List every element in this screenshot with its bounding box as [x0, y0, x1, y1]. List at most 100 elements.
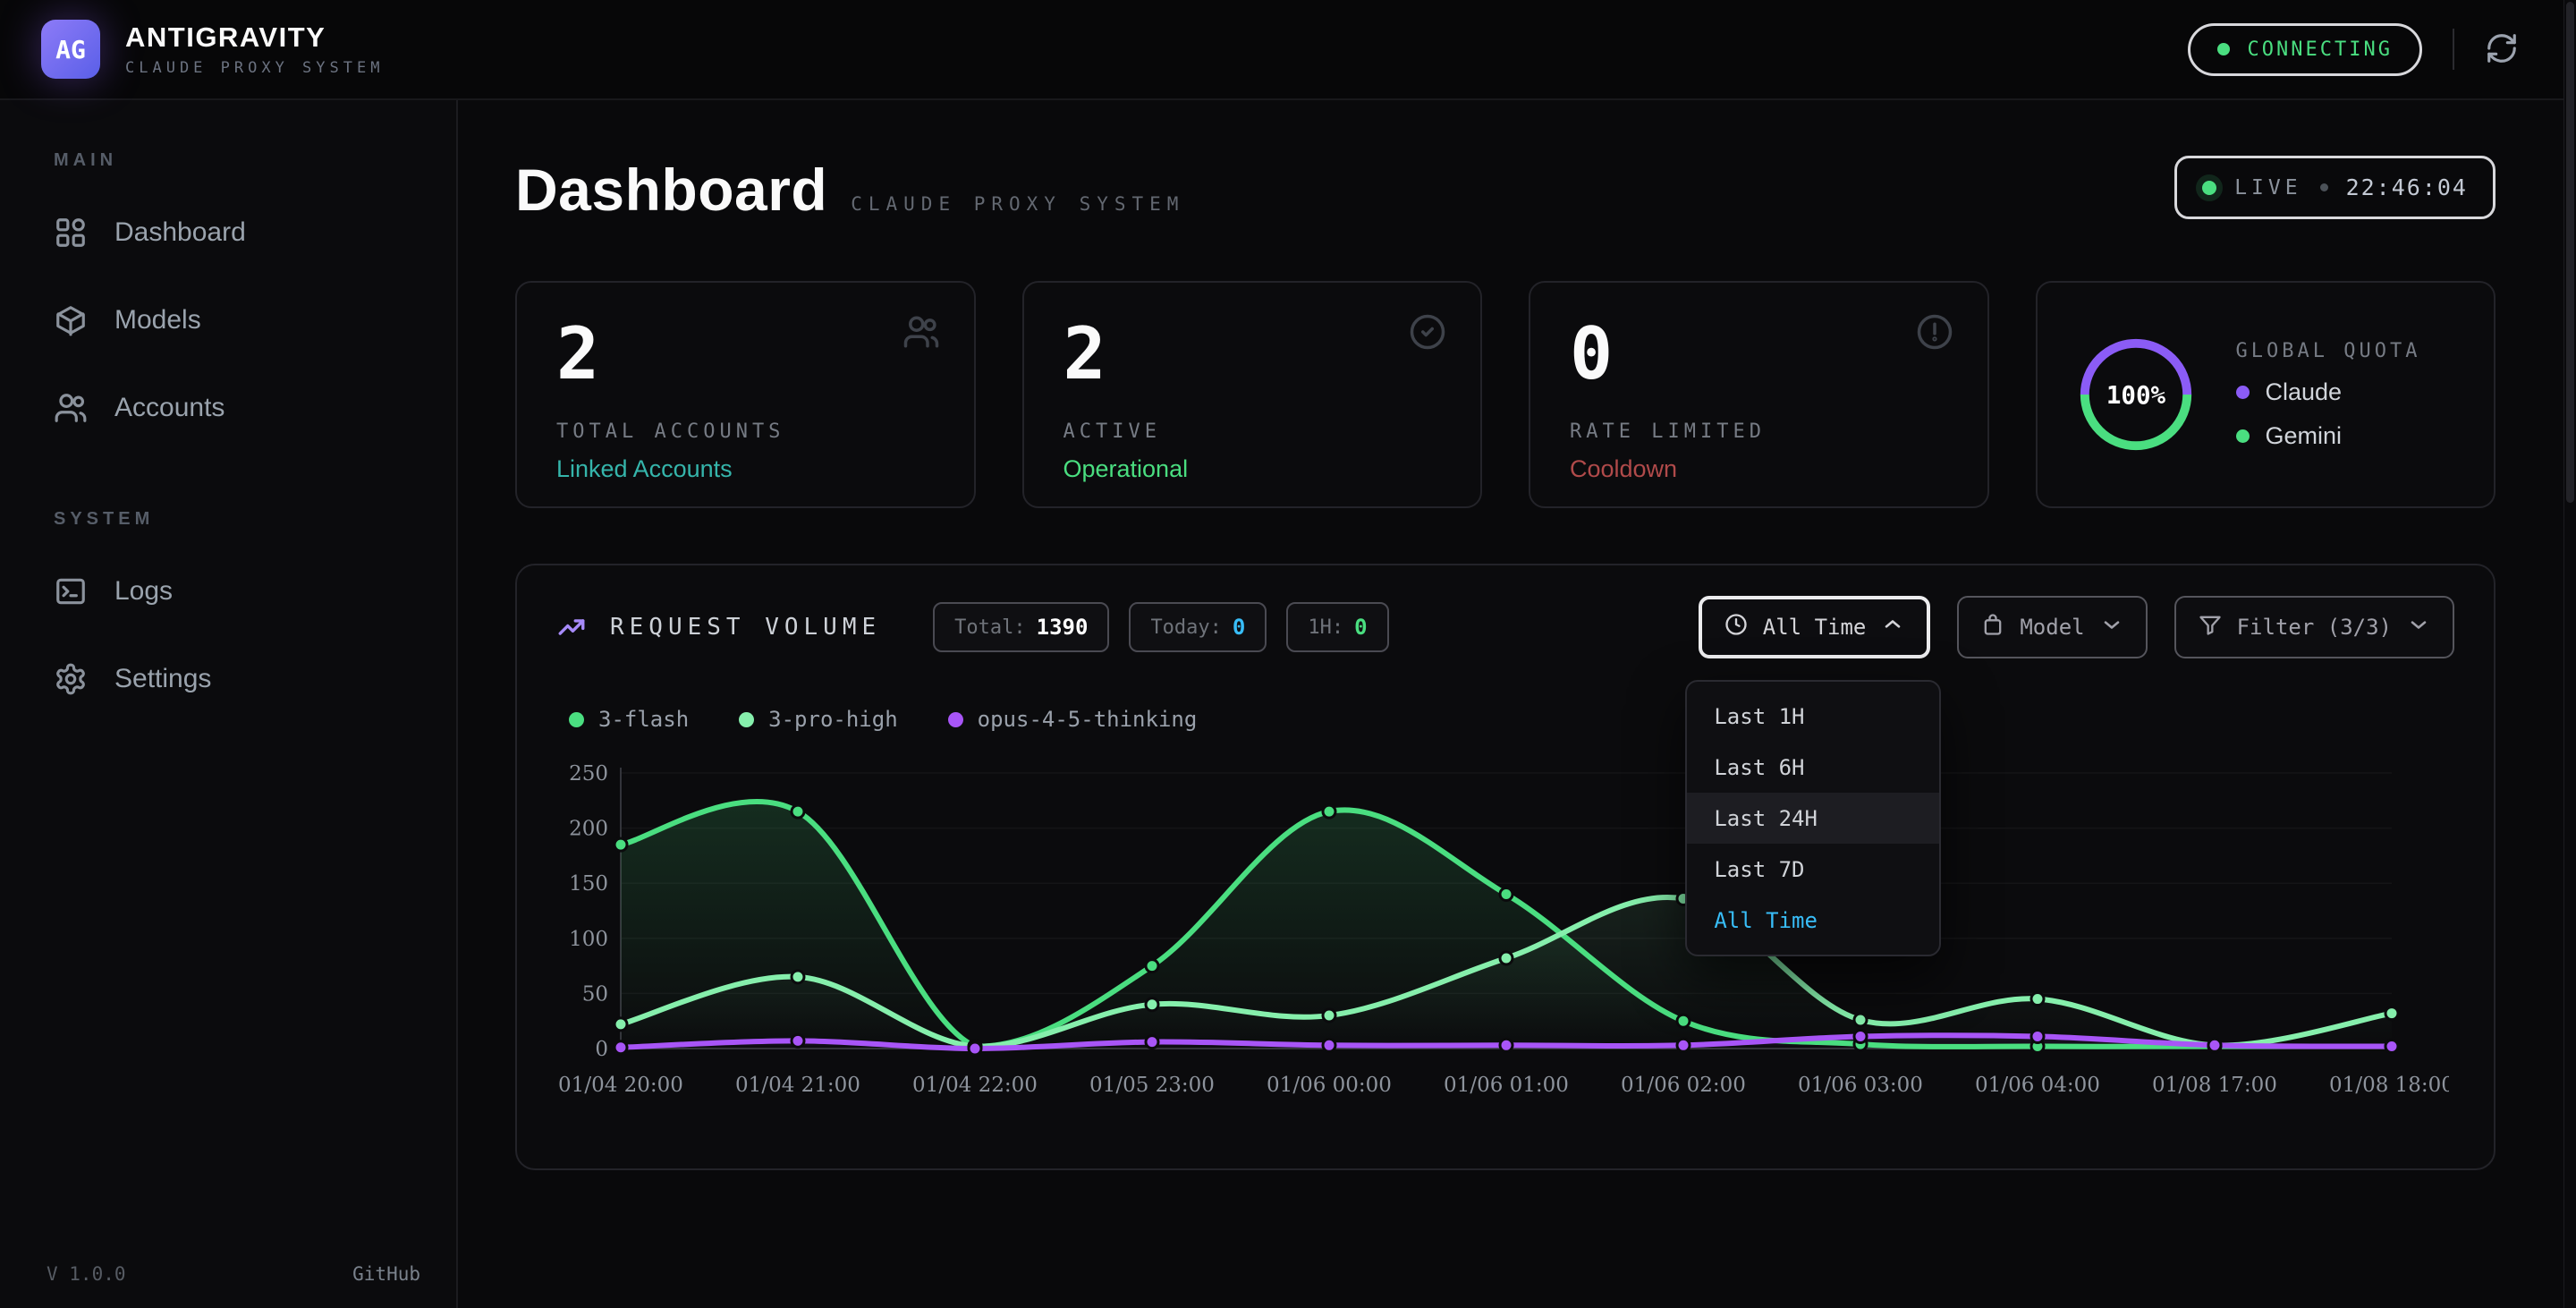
cube-icon: [54, 303, 88, 337]
window-scrollbar[interactable]: [2563, 0, 2576, 1308]
github-link[interactable]: GitHub: [352, 1263, 420, 1285]
trending-up-icon: [556, 612, 587, 642]
time-range-button[interactable]: All Time: [1699, 596, 1931, 658]
sidebar-section-system-label: SYSTEM: [54, 509, 424, 530]
filter-button[interactable]: Filter (3/3): [2174, 596, 2454, 658]
users-icon: [54, 391, 88, 425]
stat-label: ACTIVE: [1063, 420, 1442, 443]
svg-text:01/04 20:00: 01/04 20:00: [558, 1074, 683, 1097]
svg-text:150: 150: [569, 872, 608, 896]
top-bar-right: CONNECTING: [2188, 23, 2519, 76]
chart-controls: All Time Last 1H Last 6H Last 24H Last 7…: [1699, 596, 2454, 658]
menu-item-all-time[interactable]: All Time: [1687, 895, 1939, 946]
stat-sub-0: Linked Accounts: [556, 455, 935, 483]
chevron-up-icon: [1880, 612, 1905, 642]
sidebar-item-settings[interactable]: Settings: [47, 641, 424, 718]
scrollbar-thumb[interactable]: [2566, 2, 2574, 503]
quota-donut: 100%: [2077, 335, 2195, 454]
quota-item-gemini: Gemini: [2236, 422, 2421, 450]
quota-item-label: Claude: [2266, 378, 2343, 406]
quota-info: GLOBAL QUOTA Claude Gemini: [2236, 340, 2421, 450]
terminal-icon: [54, 574, 88, 608]
sidebar-spacer: [47, 457, 424, 509]
menu-item-last-24h[interactable]: Last 24H: [1687, 793, 1939, 844]
sidebar-item-label: Dashboard: [114, 217, 246, 248]
svg-text:01/06 01:00: 01/06 01:00: [1444, 1074, 1569, 1097]
time-range-dropdown: Last 1H Last 6H Last 24H Last 7D All Tim…: [1685, 680, 1941, 956]
svg-text:01/04 22:00: 01/04 22:00: [912, 1074, 1038, 1097]
refresh-icon: [2485, 31, 2519, 68]
total-badge: Total: 1390: [933, 602, 1109, 652]
svg-text:01/06 03:00: 01/06 03:00: [1798, 1074, 1923, 1097]
svg-text:200: 200: [569, 818, 608, 841]
app-logo: AG: [41, 20, 100, 79]
svg-text:01/06 00:00: 01/06 00:00: [1267, 1074, 1392, 1097]
request-volume-chart: 05010015020025001/04 20:0001/04 21:0001/…: [556, 764, 2449, 1115]
svg-text:01/06 04:00: 01/06 04:00: [1975, 1074, 2100, 1097]
request-volume-panel: REQUEST VOLUME Total: 1390 Today: 0 1H:: [515, 564, 2496, 1170]
quota-item-label: Gemini: [2266, 422, 2343, 450]
box-icon: [1980, 612, 2005, 642]
volume-badge-value-0: 1390: [1037, 615, 1089, 640]
app-title: ANTIGRAVITY: [125, 21, 384, 54]
svg-text:01/08 18:00: 01/08 18:00: [2329, 1074, 2449, 1097]
badge-label: Today:: [1150, 616, 1221, 639]
connection-status-badge: CONNECTING: [2188, 23, 2422, 76]
gear-icon: [54, 662, 88, 696]
page-header: Dashboard CLAUDE PROXY SYSTEM LIVE 22:46…: [515, 156, 2496, 224]
main-content: Dashboard CLAUDE PROXY SYSTEM LIVE 22:46…: [458, 100, 2576, 1308]
volume-badge-value-2: 0: [1354, 615, 1367, 640]
stat-card-active: 2 ACTIVE Operational: [1022, 281, 1483, 508]
legend-item-3-pro-high: 3-pro-high: [739, 707, 898, 732]
model-filter-button[interactable]: Model: [1957, 596, 2147, 658]
legend-label: 3-flash: [598, 707, 689, 732]
chevron-down-icon: [2406, 612, 2431, 642]
sidebar-nav-main: Dashboard Models Accounts: [47, 194, 424, 446]
stat-card-global-quota: 100% GLOBAL QUOTA Claude Gemini: [2036, 281, 2496, 508]
alert-circle-icon: [1916, 313, 1953, 355]
brand: AG ANTIGRAVITY CLAUDE PROXY SYSTEM: [41, 20, 384, 79]
sidebar: MAIN Dashboard Models Accounts: [0, 100, 458, 1308]
quota-percent: 100%: [2106, 381, 2165, 410]
quota-item-claude: Claude: [2236, 378, 2421, 406]
svg-text:0: 0: [595, 1038, 608, 1061]
live-clock-badge: LIVE 22:46:04: [2174, 156, 2496, 219]
sidebar-item-logs[interactable]: Logs: [47, 553, 424, 630]
stat-card-total-accounts: 2 TOTAL ACCOUNTS Linked Accounts: [515, 281, 976, 508]
refresh-button[interactable]: [2485, 31, 2519, 68]
app-version: V 1.0.0: [47, 1263, 126, 1285]
menu-item-last-1h[interactable]: Last 1H: [1687, 691, 1939, 742]
app-subtitle: CLAUDE PROXY SYSTEM: [125, 59, 384, 77]
stat-value: 2: [556, 319, 935, 390]
sidebar-item-models[interactable]: Models: [47, 282, 424, 359]
gemini-dot: [2236, 429, 2250, 443]
panel-title-group: REQUEST VOLUME Total: 1390 Today: 0 1H:: [556, 602, 1389, 652]
request-volume-header: REQUEST VOLUME Total: 1390 Today: 0 1H:: [556, 596, 2454, 658]
chart-legend: 3-flash 3-pro-high opus-4-5-thinking: [556, 707, 2454, 732]
clock-icon: [1724, 612, 1749, 642]
stat-card-rate-limited: 0 RATE LIMITED Cooldown: [1529, 281, 1989, 508]
legend-dot: [948, 712, 963, 727]
stat-value: 0: [1570, 319, 1948, 390]
check-circle-icon: [1409, 313, 1446, 355]
stat-sub-2: Cooldown: [1570, 455, 1948, 483]
grid-icon: [54, 216, 88, 250]
svg-text:01/06 02:00: 01/06 02:00: [1621, 1074, 1746, 1097]
sidebar-footer: V 1.0.0 GitHub: [47, 1263, 420, 1285]
sidebar-item-dashboard[interactable]: Dashboard: [47, 194, 424, 271]
app-window: AG ANTIGRAVITY CLAUDE PROXY SYSTEM CONNE…: [0, 0, 2576, 1308]
menu-item-last-7d[interactable]: Last 7D: [1687, 844, 1939, 895]
users-icon: [902, 313, 940, 355]
svg-text:01/04 21:00: 01/04 21:00: [735, 1074, 860, 1097]
time-range-control: All Time Last 1H Last 6H Last 24H Last 7…: [1699, 596, 1931, 658]
quota-label: GLOBAL QUOTA: [2236, 340, 2421, 362]
legend-dot: [569, 712, 584, 727]
menu-item-last-6h[interactable]: Last 6H: [1687, 742, 1939, 793]
sidebar-item-accounts[interactable]: Accounts: [47, 369, 424, 446]
model-filter-label: Model: [2020, 615, 2084, 640]
panel-title: REQUEST VOLUME: [610, 614, 881, 641]
svg-text:100: 100: [569, 928, 608, 951]
legend-dot: [739, 712, 754, 727]
stat-value: 2: [1063, 319, 1442, 390]
filter-label: Filter (3/3): [2237, 615, 2392, 640]
